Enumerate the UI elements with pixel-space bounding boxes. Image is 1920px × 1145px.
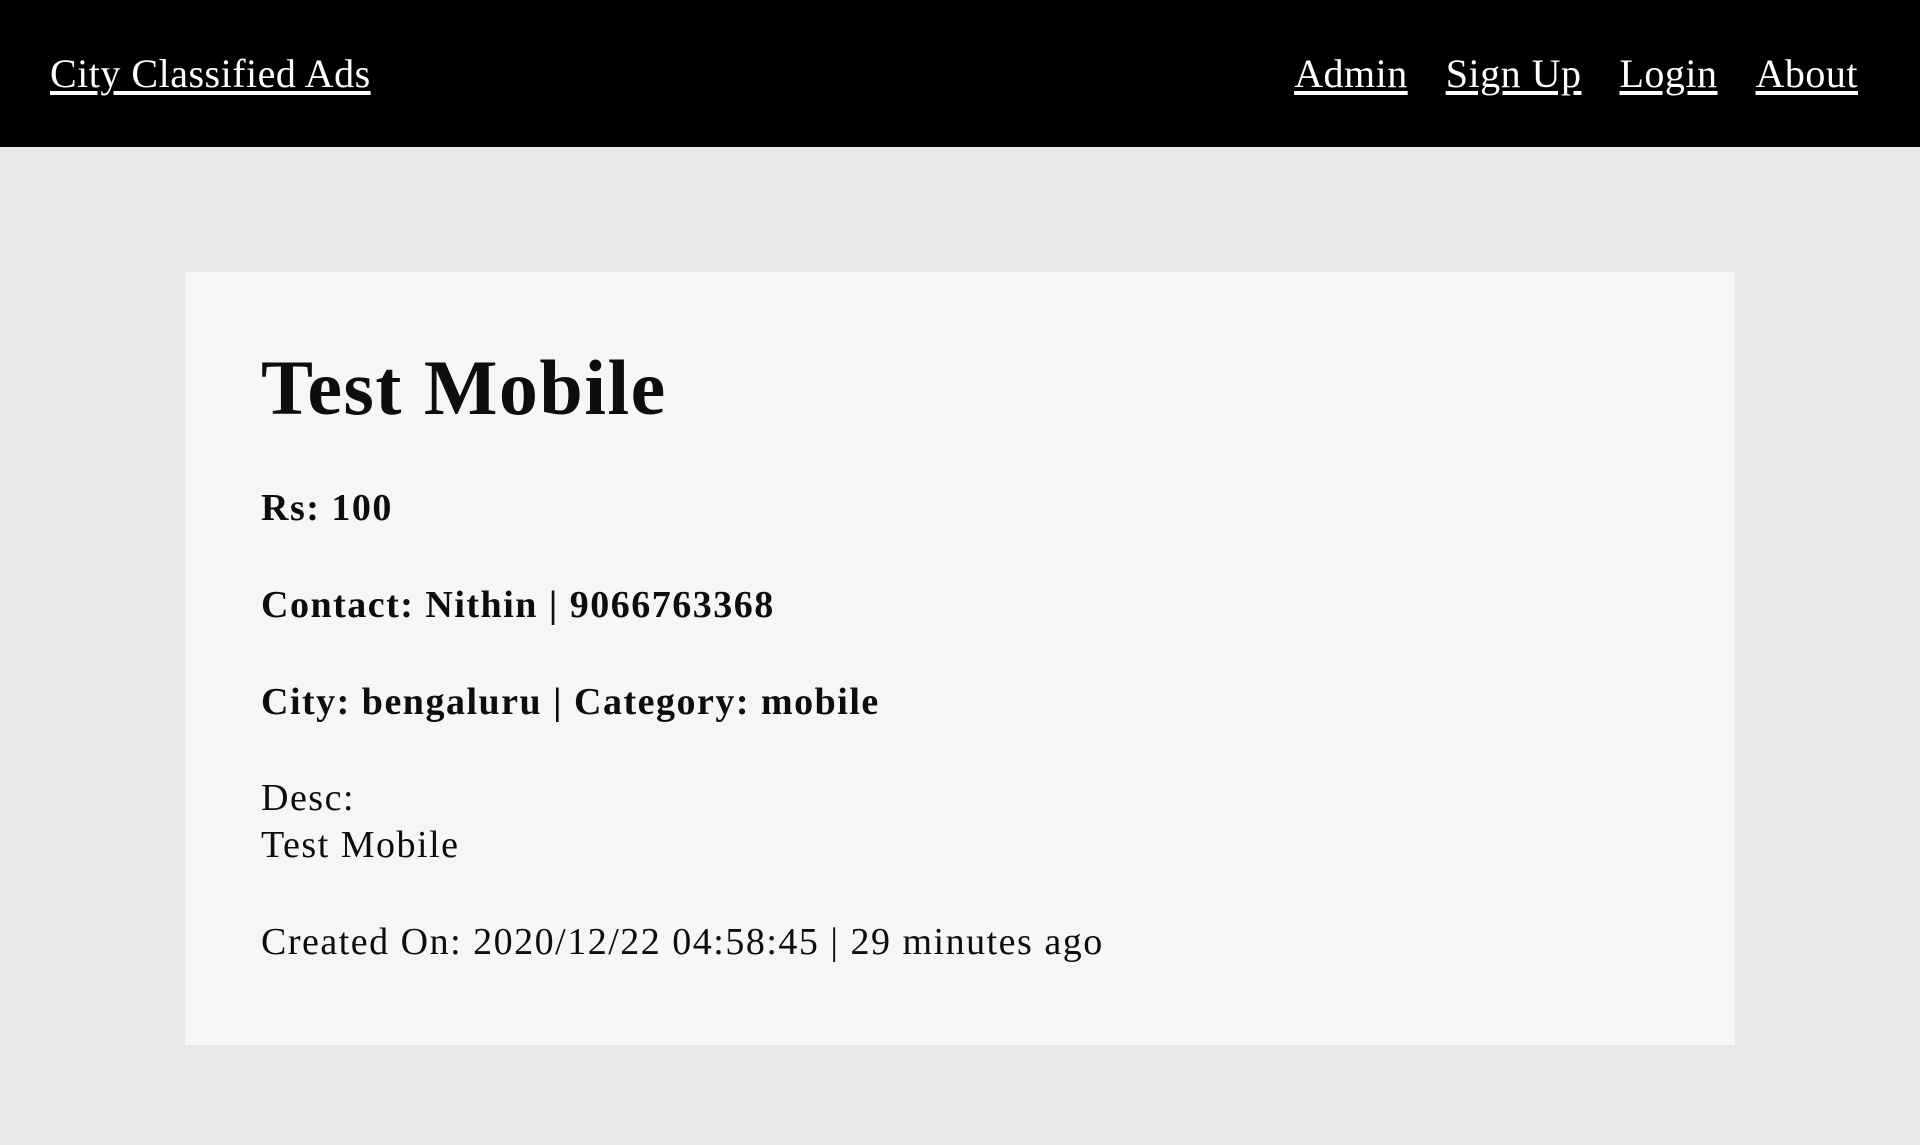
ad-detail-content: Test Mobile Rs: 100 Contact: Nithin | 90… — [185, 0, 1735, 1145]
ad-desc-label: Desc: — [261, 777, 356, 819]
nav-about-link[interactable]: About — [1756, 48, 1859, 100]
ad-title: Test Mobile — [261, 344, 667, 431]
ad-desc-text: Test Mobile — [261, 824, 460, 866]
ad-contact: Contact: Nithin | 9066763368 — [261, 584, 775, 626]
ad-price: Rs: 100 — [261, 487, 393, 529]
ad-city-category: City: bengaluru | Category: mobile — [261, 681, 880, 723]
ad-created-on: Created On: 2020/12/22 04:58:45 | 29 min… — [261, 921, 1104, 963]
